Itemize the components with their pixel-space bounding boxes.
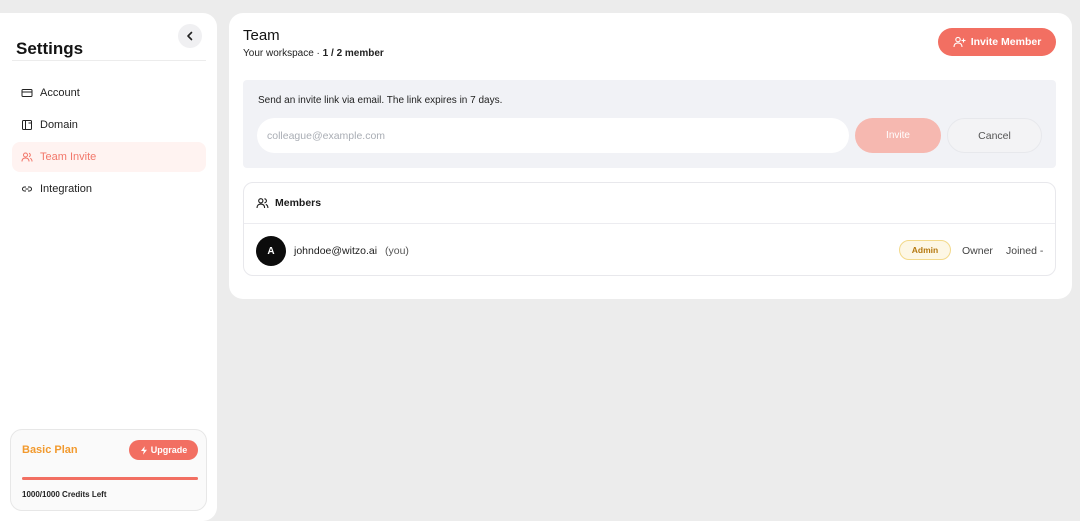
sidebar-item-label: Account	[40, 87, 80, 99]
role-badge: Admin	[899, 240, 951, 260]
plan-name: Basic Plan	[22, 444, 78, 456]
invite-member-button[interactable]: Invite Member	[938, 28, 1056, 56]
settings-sidebar: Settings Account Domain Team Invite Inte…	[0, 13, 217, 521]
credits-progress	[22, 477, 198, 480]
sidebar-item-label: Integration	[40, 183, 92, 195]
card-icon	[20, 87, 33, 100]
subtitle-prefix: Your workspace ·	[243, 48, 323, 59]
member-role: Owner	[962, 245, 993, 257]
member-joined: Joined -	[1006, 245, 1044, 257]
upgrade-label: Upgrade	[150, 445, 188, 455]
collapse-sidebar-button[interactable]	[178, 24, 202, 48]
sidebar-title: Settings	[16, 39, 84, 58]
link-icon	[20, 183, 33, 196]
upgrade-button[interactable]: Upgrade	[129, 440, 198, 460]
member-count: 1 / 2 member	[322, 48, 384, 59]
workspace-subtitle: Your workspace · 1 / 2 member	[243, 48, 384, 59]
invite-form: Send an invite link via email. The link …	[243, 80, 1056, 168]
users-icon	[256, 198, 269, 209]
members-heading: Members	[256, 197, 321, 209]
lightning-icon	[140, 445, 147, 455]
sidebar-item-label: Team Invite	[40, 151, 97, 163]
member-row: A johndoe@witzo.ai (you) Admin Owner Joi…	[244, 224, 1055, 276]
members-list: Members A johndoe@witzo.ai (you) Admin O…	[243, 182, 1056, 276]
credits-text: 1000/1000 Credits Left	[22, 490, 107, 499]
cancel-button[interactable]: Cancel	[947, 118, 1042, 153]
sidebar-item-label: Domain	[40, 119, 78, 131]
invite-button[interactable]: Invite	[855, 118, 941, 153]
chevron-left-icon	[187, 31, 193, 41]
invite-description: Send an invite link via email. The link …	[258, 95, 503, 106]
plan-card: Basic Plan Upgrade 1000/1000 Credits Lef…	[10, 429, 207, 511]
user-plus-icon	[953, 36, 966, 48]
members-heading-label: Members	[275, 197, 322, 209]
team-panel: Team Your workspace · 1 / 2 member Invit…	[229, 13, 1072, 299]
sidebar-item-account[interactable]: Account	[12, 78, 206, 108]
users-icon	[20, 151, 33, 164]
sidebar-item-domain[interactable]: Domain	[12, 110, 206, 140]
sidebar-divider	[12, 60, 206, 61]
domain-icon	[20, 119, 33, 132]
credits-progress-fill	[22, 477, 198, 480]
invite-email-input[interactable]	[257, 118, 849, 153]
invite-member-label: Invite Member	[970, 36, 1042, 48]
page-title: Team	[243, 27, 280, 44]
sidebar-nav: Account Domain Team Invite Integration	[12, 78, 206, 206]
member-self-tag: (you)	[385, 245, 409, 257]
avatar: A	[256, 236, 286, 266]
sidebar-item-integration[interactable]: Integration	[12, 174, 206, 204]
member-email: johndoe@witzo.ai	[294, 245, 378, 257]
sidebar-item-team-invite[interactable]: Team Invite	[12, 142, 206, 172]
